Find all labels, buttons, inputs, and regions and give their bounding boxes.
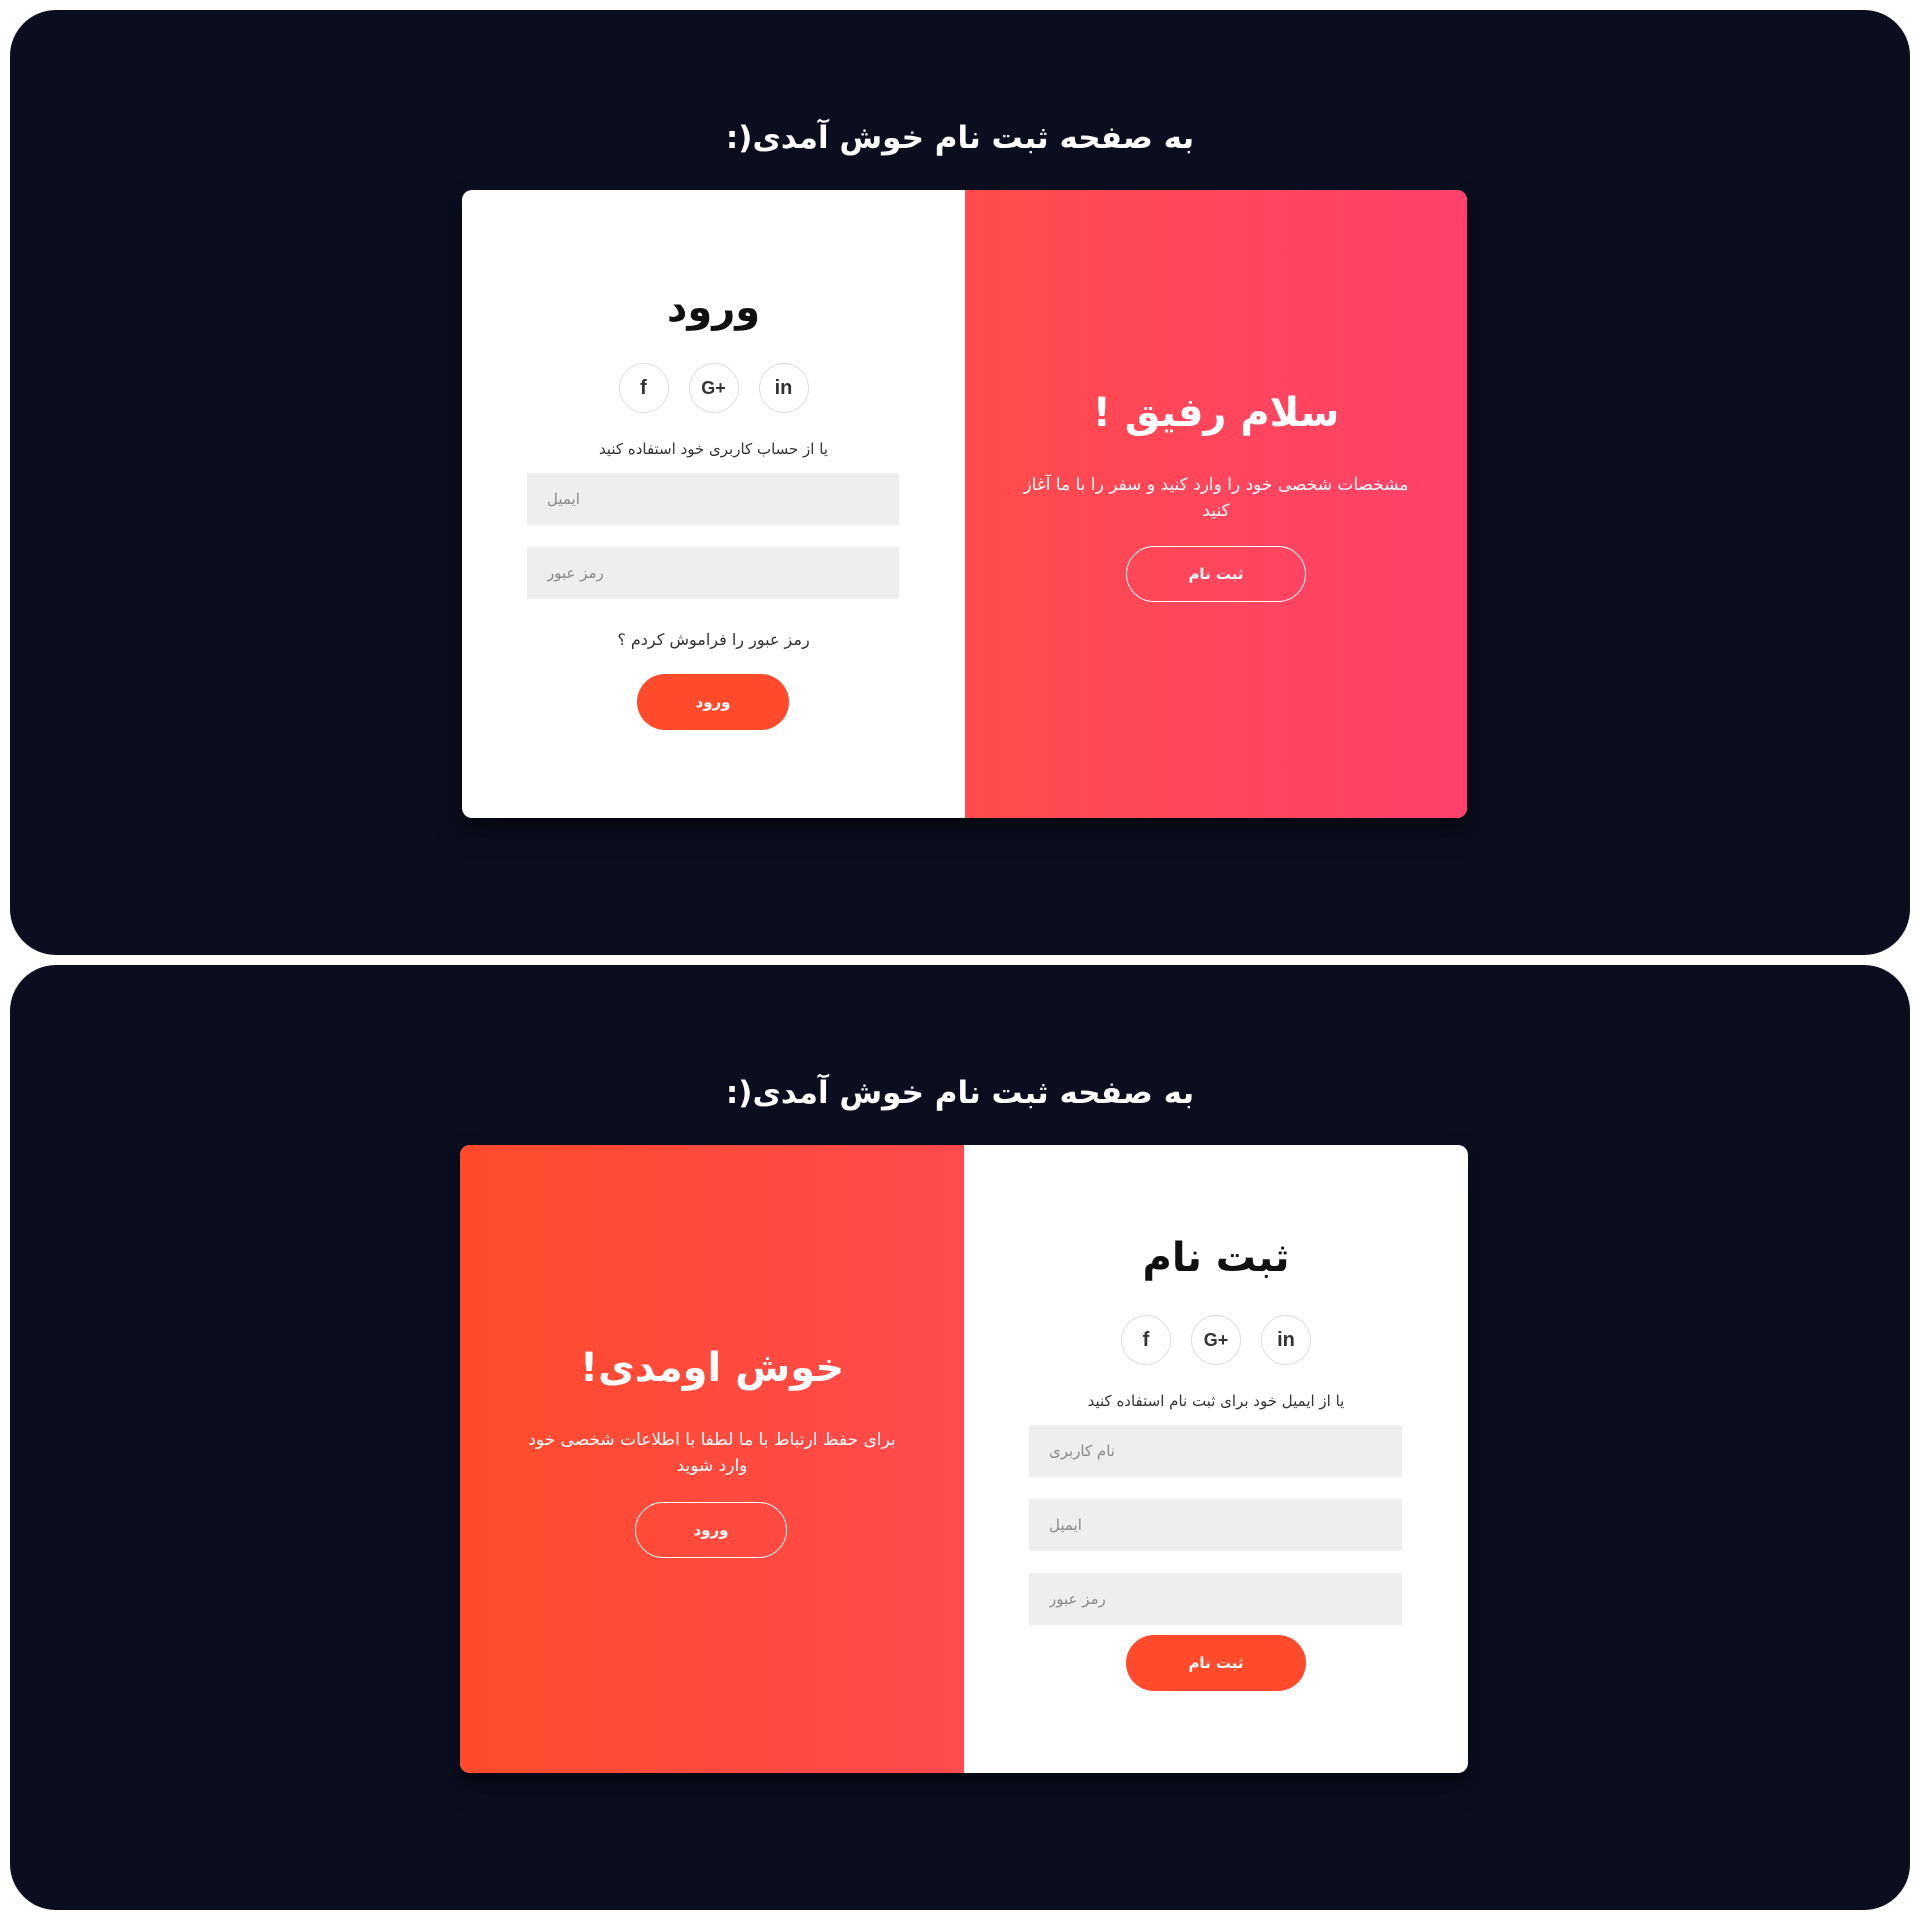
- email-input[interactable]: [1029, 1499, 1402, 1551]
- overlay-text: برای حفظ ارتباط با ما لطفا با اطلاعات شخ…: [528, 1430, 896, 1476]
- sign-up-ghost-button[interactable]: ثبت نام: [1126, 546, 1306, 602]
- facebook-icon[interactable]: f: [618, 363, 669, 413]
- email-input[interactable]: [527, 473, 899, 525]
- sign-in-hint: یا از حساب کاربری خود استفاده کنید: [599, 440, 828, 458]
- overlay-panel-right: سلام رفیق ! مشخصات شخصی خود را وارد کنید…: [965, 190, 1467, 818]
- google-plus-icon[interactable]: G+: [1191, 1315, 1241, 1365]
- sign-in-button[interactable]: ورود: [637, 674, 789, 730]
- sign-up-button[interactable]: ثبت نام: [1126, 1635, 1306, 1691]
- login-screen: به صفحه ثبت نام خوش آمدی(: ورود f G+ in …: [10, 10, 1910, 955]
- sign-in-ghost-button[interactable]: ورود: [635, 1502, 787, 1558]
- signup-screen: به صفحه ثبت نام خوش آمدی(: خوش اومدی! بر…: [10, 965, 1910, 1910]
- auth-card: ورود f G+ in یا از حساب کاربری خود استفا…: [462, 190, 1467, 818]
- overlay-title: خوش اومدی!: [579, 1345, 845, 1391]
- forgot-password-link[interactable]: رمز عبور را فراموش کردم ؟: [462, 630, 965, 649]
- password-input[interactable]: [527, 547, 899, 599]
- password-input[interactable]: [1029, 1573, 1402, 1625]
- sign-up-panel: ثبت نام f G+ in یا از ایمیل خود برای ثبت…: [964, 1145, 1468, 1773]
- page-title: به صفحه ثبت نام خوش آمدی(:: [725, 120, 1195, 156]
- linkedin-icon[interactable]: in: [758, 363, 809, 413]
- overlay-panel-left: خوش اومدی! برای حفظ ارتباط با ما لطفا با…: [460, 1145, 964, 1773]
- linkedin-icon[interactable]: in: [1261, 1315, 1311, 1365]
- sign-in-panel: ورود f G+ in یا از حساب کاربری خود استفا…: [462, 190, 965, 818]
- sign-up-hint: یا از ایمیل خود برای ثبت نام استفاده کنی…: [1087, 1392, 1345, 1410]
- overlay-title: سلام رفیق !: [1092, 390, 1340, 436]
- facebook-icon[interactable]: f: [1121, 1315, 1171, 1365]
- auth-card: خوش اومدی! برای حفظ ارتباط با ما لطفا با…: [460, 1145, 1468, 1773]
- overlay-text: مشخصات شخصی خود را وارد کنید و سفر را با…: [1023, 475, 1409, 521]
- google-plus-glyph: G+: [701, 377, 726, 398]
- username-input[interactable]: [1029, 1425, 1402, 1477]
- google-plus-glyph: G+: [1203, 1329, 1229, 1350]
- page-title: به صفحه ثبت نام خوش آمدی(:: [725, 1075, 1195, 1111]
- sign-up-title: ثبت نام: [1142, 1235, 1290, 1281]
- google-plus-icon[interactable]: G+: [688, 363, 739, 413]
- sign-in-title: ورود: [666, 285, 761, 331]
- social-links: f G+ in: [964, 1315, 1468, 1365]
- social-links: f G+ in: [462, 363, 965, 413]
